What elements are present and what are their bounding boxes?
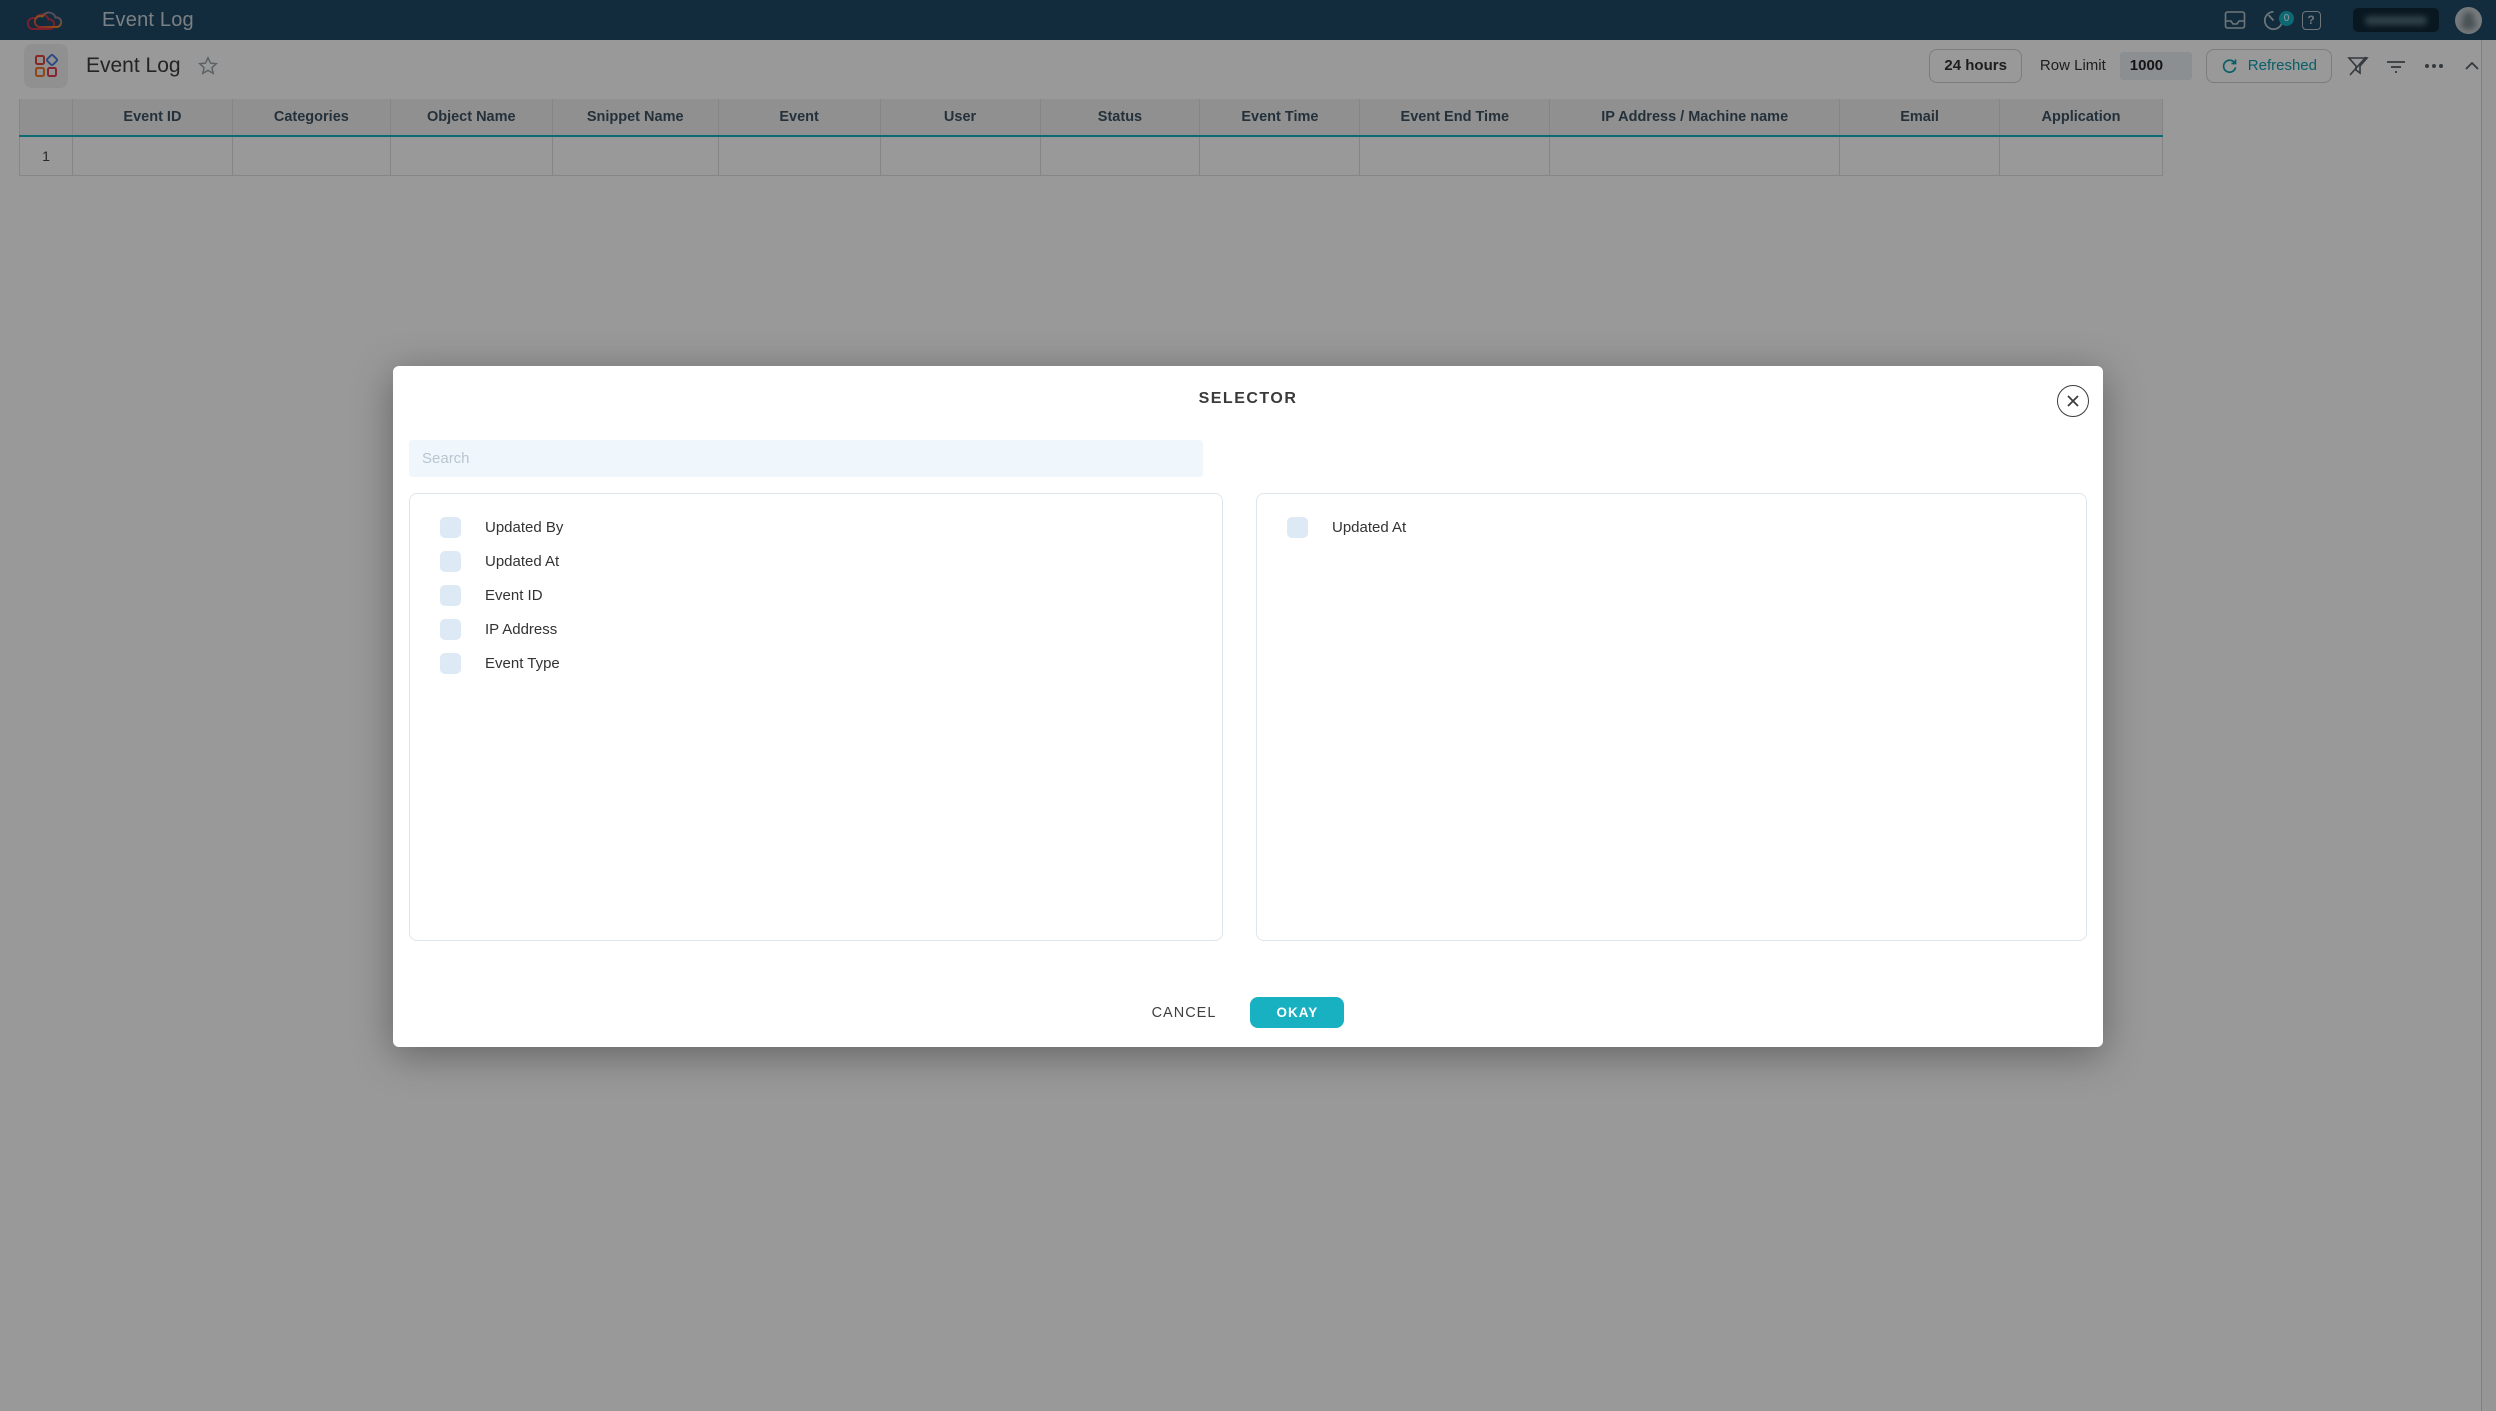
field-list-item[interactable]: Event Type xyxy=(410,646,1222,680)
close-icon[interactable] xyxy=(2057,385,2089,417)
field-label: Updated At xyxy=(485,553,559,570)
dialog-footer: CANCEL OKAY xyxy=(393,997,2103,1028)
selector-dialog: SELECTOR Updated By Updated At Event ID xyxy=(393,366,2103,1047)
field-list-item[interactable]: IP Address xyxy=(410,612,1222,646)
checkbox-unchecked[interactable] xyxy=(440,585,461,606)
field-list-item[interactable]: Updated At xyxy=(410,544,1222,578)
dialog-title: SELECTOR xyxy=(393,390,2103,408)
field-label: Event ID xyxy=(485,587,543,604)
available-fields-panel: Updated By Updated At Event ID IP Addres… xyxy=(409,493,1223,941)
checkbox-unchecked[interactable] xyxy=(1287,517,1308,538)
search-input[interactable] xyxy=(409,440,1203,477)
field-list-item[interactable]: Updated At xyxy=(1257,510,2086,544)
checkbox-unchecked[interactable] xyxy=(440,551,461,572)
field-list-item[interactable]: Updated By xyxy=(410,510,1222,544)
field-label: Event Type xyxy=(485,655,560,672)
okay-button[interactable]: OKAY xyxy=(1250,997,1344,1028)
checkbox-unchecked[interactable] xyxy=(440,619,461,640)
cancel-button[interactable]: CANCEL xyxy=(1152,1005,1217,1021)
checkbox-unchecked[interactable] xyxy=(440,517,461,538)
checkbox-unchecked[interactable] xyxy=(440,653,461,674)
field-label: IP Address xyxy=(485,621,557,638)
field-list-item[interactable]: Event ID xyxy=(410,578,1222,612)
selected-fields-panel: Updated At xyxy=(1256,493,2087,941)
field-label: Updated At xyxy=(1332,519,1406,536)
field-label: Updated By xyxy=(485,519,563,536)
